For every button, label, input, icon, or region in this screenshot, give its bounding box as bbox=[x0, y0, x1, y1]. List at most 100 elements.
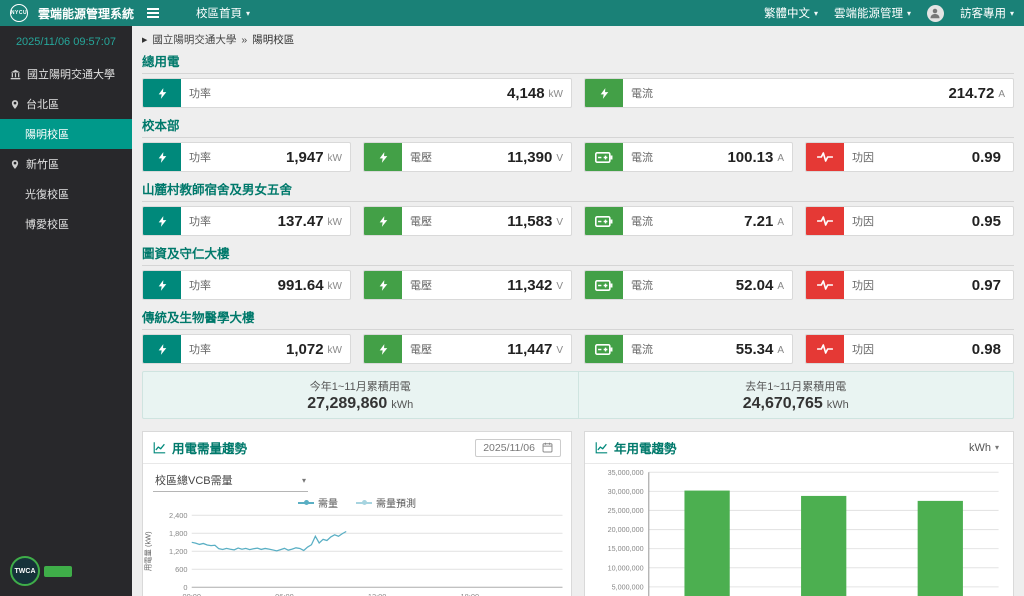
metric-label: 電流 bbox=[631, 85, 653, 101]
menu-guest[interactable]: 訪客專用 ▾ bbox=[960, 5, 1014, 21]
region-icon bbox=[10, 99, 20, 110]
breadcrumb-root[interactable]: 國立陽明交通大學 bbox=[152, 32, 236, 47]
summary-last-year-label: 去年1~11月累積用電 bbox=[579, 378, 1014, 394]
section-title: 山麓村教師宿舍及男女五舍 bbox=[142, 179, 1014, 202]
metric-value: 11,583 bbox=[507, 213, 552, 230]
menu-campus-home[interactable]: 校區首頁 ▾ bbox=[196, 5, 250, 21]
metric-card-power: 功率1,072kW bbox=[142, 334, 351, 364]
svg-text:18:00: 18:00 bbox=[461, 592, 480, 596]
metric-card-current: 電流52.04A bbox=[584, 270, 793, 300]
svg-text:20,000,000: 20,000,000 bbox=[608, 525, 644, 534]
chart-legend: 需量 需量預測 bbox=[143, 495, 571, 510]
svg-text:10,000,000: 10,000,000 bbox=[608, 563, 644, 572]
nycu-logo[interactable]: NYCU bbox=[10, 4, 28, 22]
pulse-icon bbox=[806, 143, 844, 171]
series-select[interactable]: 校區總VCB需量 ▾ bbox=[153, 469, 308, 492]
summary-this-year-label: 今年1~11月累積用電 bbox=[143, 378, 578, 394]
avatar[interactable] bbox=[927, 5, 944, 22]
metric-label: 功因 bbox=[852, 149, 874, 165]
series-select-value: 校區總VCB需量 bbox=[155, 472, 233, 488]
lightning-icon bbox=[143, 143, 181, 171]
metric-unit: A bbox=[777, 217, 784, 228]
metric-unit: V bbox=[556, 153, 563, 164]
metric-unit: kW bbox=[328, 153, 342, 164]
legend-item[interactable]: 需量 bbox=[298, 495, 338, 510]
date-value: 2025/11/06 bbox=[483, 442, 535, 454]
metric-value: 1,072 bbox=[286, 341, 324, 358]
section-title: 圖資及守仁大樓 bbox=[142, 243, 1014, 266]
legend-swatch bbox=[298, 502, 314, 504]
lightning-icon bbox=[143, 335, 181, 363]
lightning-icon bbox=[585, 79, 623, 107]
sidebar-item-2[interactable]: 陽明校區 bbox=[0, 119, 132, 149]
yearly-chart-title: 年用電趨勢 bbox=[614, 438, 677, 457]
main-content: ▶ 國立陽明交通大學 » 陽明校區 總用電功率4,148kW電流214.72A校… bbox=[132, 26, 1024, 596]
pulse-icon bbox=[806, 335, 844, 363]
sidebar: 2025/11/06 09:57:07 國立陽明交通大學台北區陽明校區新竹區光復… bbox=[0, 26, 132, 596]
metric-unit: V bbox=[556, 217, 563, 228]
metric-value: 0.97 bbox=[972, 277, 1001, 294]
topbar: NYCU 雲端能源管理系統 校區首頁 ▾ 繁體中文 ▾ 雲端能源管理 ▾ 訪客專… bbox=[0, 0, 1024, 26]
twca-seal[interactable]: TWCA bbox=[10, 556, 72, 586]
legend-item[interactable]: 需量預測 bbox=[356, 495, 416, 510]
section-title: 校本部 bbox=[142, 115, 1014, 138]
summary-last-year-value: 24,670,765kWh bbox=[579, 395, 1014, 413]
summary-this-year-number: 27,289,860 bbox=[307, 395, 387, 412]
metric-unit: V bbox=[556, 345, 563, 356]
sidebar-item-3[interactable]: 新竹區 bbox=[0, 149, 132, 179]
sidebar-item-label: 新竹區 bbox=[26, 156, 59, 172]
metric-label: 電流 bbox=[631, 277, 653, 293]
section-0: 總用電功率4,148kW電流214.72A bbox=[142, 51, 1014, 108]
metric-value: 100.13 bbox=[727, 149, 773, 166]
pulse-icon bbox=[806, 271, 844, 299]
metric-unit: A bbox=[777, 345, 784, 356]
lightning-icon bbox=[143, 271, 181, 299]
svg-text:600: 600 bbox=[175, 565, 187, 574]
menu-language[interactable]: 繁體中文 ▾ bbox=[764, 5, 818, 21]
svg-text:2,400: 2,400 bbox=[169, 511, 188, 520]
unit-select[interactable]: kWh ▾ bbox=[965, 440, 1003, 456]
summary-last-year-number: 24,670,765 bbox=[743, 395, 823, 412]
summary-this-year-unit: kWh bbox=[391, 399, 413, 411]
hamburger-menu-icon[interactable] bbox=[144, 5, 162, 21]
metric-value: 7.21 bbox=[744, 213, 773, 230]
metric-label: 電壓 bbox=[410, 277, 432, 293]
demand-trend-card: 用電需量趨勢 2025/11/06 校區總VCB需量 ▾ 需量需量預測 0600… bbox=[142, 431, 572, 596]
sidebar-item-label: 光復校區 bbox=[25, 186, 69, 202]
metric-value: 1,947 bbox=[286, 149, 324, 166]
metric-unit: A bbox=[777, 281, 784, 292]
section-4: 傳統及生物醫學大樓功率1,072kW電壓11,447V電流55.34A功因0.9… bbox=[142, 307, 1014, 364]
metric-card-power-factor: 功因0.95 bbox=[805, 206, 1014, 236]
sidebar-timestamp: 2025/11/06 09:57:07 bbox=[0, 26, 132, 59]
metric-value: 0.98 bbox=[972, 341, 1001, 358]
svg-text:5,000,000: 5,000,000 bbox=[612, 582, 644, 591]
sidebar-item-0[interactable]: 國立陽明交通大學 bbox=[0, 59, 132, 89]
metric-card-power: 功率137.47kW bbox=[142, 206, 351, 236]
metric-cards-row: 功率991.64kW電壓11,342V電流52.04A功因0.97 bbox=[142, 270, 1014, 300]
demand-chart-header: 用電需量趨勢 2025/11/06 bbox=[143, 432, 571, 464]
menu-energy-system[interactable]: 雲端能源管理 ▾ bbox=[834, 5, 911, 21]
sidebar-item-label: 陽明校區 bbox=[25, 126, 69, 142]
metric-value: 214.72 bbox=[948, 85, 994, 102]
yearly-trend-card: 年用電趨勢 kWh ▾ 05,000,00010,000,00015,000,0… bbox=[584, 431, 1014, 596]
metric-card-current: 電流100.13A bbox=[584, 142, 793, 172]
sidebar-item-label: 國立陽明交通大學 bbox=[27, 66, 115, 82]
demand-chart-title: 用電需量趨勢 bbox=[172, 438, 247, 457]
sidebar-item-4[interactable]: 光復校區 bbox=[0, 179, 132, 209]
app-title: 雲端能源管理系統 bbox=[38, 5, 134, 22]
legend-swatch bbox=[356, 502, 372, 504]
chevron-down-icon: ▾ bbox=[814, 9, 818, 18]
metric-card-current: 電流7.21A bbox=[584, 206, 793, 236]
yearly-chart-header: 年用電趨勢 kWh ▾ bbox=[585, 432, 1013, 464]
battery-icon bbox=[585, 335, 623, 363]
date-picker[interactable]: 2025/11/06 bbox=[475, 439, 561, 457]
charts-row: 用電需量趨勢 2025/11/06 校區總VCB需量 ▾ 需量需量預測 0600… bbox=[142, 431, 1014, 596]
sidebar-item-5[interactable]: 博愛校區 bbox=[0, 209, 132, 239]
section-2: 山麓村教師宿舍及男女五舍功率137.47kW電壓11,583V電流7.21A功因… bbox=[142, 179, 1014, 236]
breadcrumb-separator: » bbox=[241, 34, 247, 46]
metric-label: 功率 bbox=[189, 341, 211, 357]
svg-text:用電量 (kW): 用電量 (kW) bbox=[143, 531, 152, 571]
metric-label: 電壓 bbox=[410, 149, 432, 165]
sidebar-item-1[interactable]: 台北區 bbox=[0, 89, 132, 119]
metric-value: 0.95 bbox=[972, 213, 1001, 230]
